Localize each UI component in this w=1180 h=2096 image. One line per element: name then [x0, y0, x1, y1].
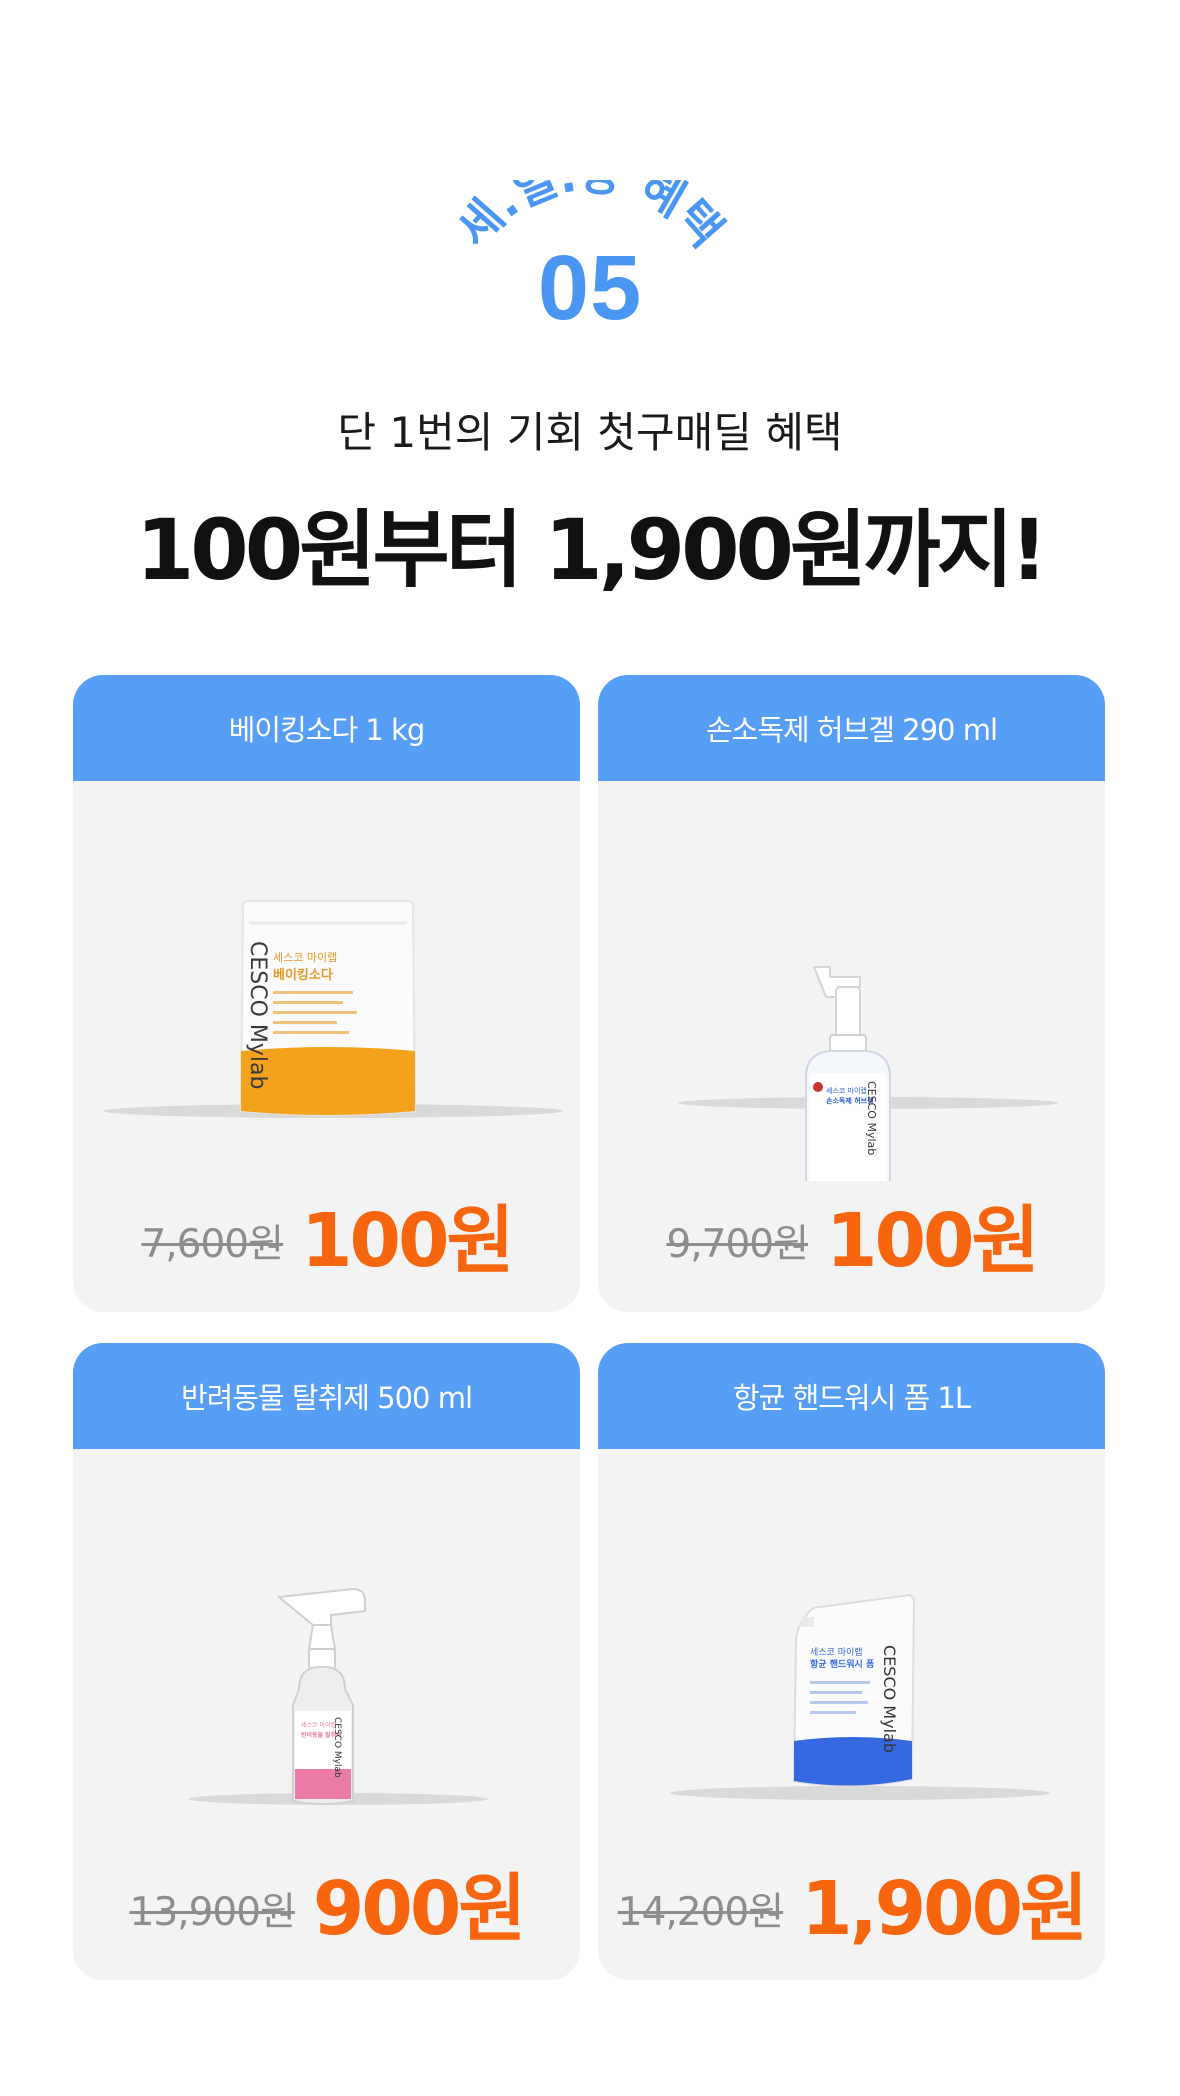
pkg-brand: CESCO Mylab	[245, 941, 270, 1089]
product-card-hand-sanitizer[interactable]: 손소독제 허브겔 290 ml 세스코 마이랩 손소독제 허브겔 CESCO M…	[598, 675, 1105, 1312]
original-price: 9,700원	[666, 1222, 809, 1267]
promo-page: 세.일.장 혜택 05 단 1번의 기회 첫구매딜 혜택 100원부터 1,90…	[0, 0, 1180, 2096]
product-image-hand-sanitizer: 세스코 마이랩 손소독제 허브겔 CESCO Mylab	[598, 781, 1105, 1201]
sale-price: 1,900원	[801, 1866, 1088, 1952]
sale-price: 100원	[300, 1198, 515, 1284]
pkg-line1: 세스코 마이랩	[810, 1646, 863, 1658]
pkg-brand: CESCO Mylab	[880, 1645, 899, 1753]
price-row: 9,700원 100원	[598, 1204, 1105, 1278]
price-row: 7,600원 100원	[73, 1204, 580, 1278]
badge-number: 05	[537, 237, 643, 339]
product-image-pet-deodorizer: 세스코 마이랩 반려동물 탈취제 CESCO Mylab	[73, 1449, 580, 1849]
product-card-pet-deodorizer[interactable]: 반려동물 탈취제 500 ml 세스코 마이랩 반려동물 탈취제 CESCO M…	[73, 1343, 580, 1980]
pkg-line2: 항균 핸드워시 폼	[810, 1658, 874, 1670]
product-card-baking-soda[interactable]: 베이킹소다 1 kg 세스코 마이랩 베이킹소다 CESCO Mylab 7,6…	[73, 675, 580, 1312]
pkg-brand: CESCO Mylab	[332, 1717, 342, 1778]
sale-price: 100원	[825, 1198, 1040, 1284]
product-title: 항균 핸드워시 폼 1L	[598, 1343, 1105, 1449]
original-price: 14,200원	[617, 1890, 784, 1935]
product-title: 반려동물 탈취제 500 ml	[73, 1343, 580, 1449]
pkg-line2: 베이킹소다	[273, 967, 333, 983]
price-row: 14,200원 1,900원	[598, 1872, 1105, 1946]
original-price: 7,600원	[141, 1222, 284, 1267]
product-title: 손소독제 허브겔 290 ml	[598, 675, 1105, 781]
product-image-hand-wash: 세스코 마이랩 항균 핸드워시 폼 CESCO Mylab	[598, 1449, 1105, 1849]
original-price: 13,900원	[129, 1890, 296, 1935]
product-title: 베이킹소다 1 kg	[73, 675, 580, 781]
pkg-line1: 세스코 마이랩	[826, 1086, 867, 1095]
product-image-baking-soda: 세스코 마이랩 베이킹소다 CESCO Mylab	[73, 781, 580, 1181]
page-headline: 100원부터 1,900원까지!	[135, 501, 1048, 599]
product-card-hand-wash[interactable]: 항균 핸드워시 폼 1L 세스코 마이랩 항균 핸드워시 폼 CESCO Myl…	[598, 1343, 1105, 1980]
sale-price: 900원	[312, 1866, 527, 1952]
pkg-brand: CESCO Mylab	[865, 1081, 878, 1155]
page-subtitle: 단 1번의 기회 첫구매딜 혜택	[337, 408, 843, 457]
pkg-line1: 세스코 마이랩	[273, 951, 337, 964]
price-row: 13,900원 900원	[73, 1872, 580, 1946]
pkg-line1: 세스코 마이랩	[301, 1721, 336, 1729]
